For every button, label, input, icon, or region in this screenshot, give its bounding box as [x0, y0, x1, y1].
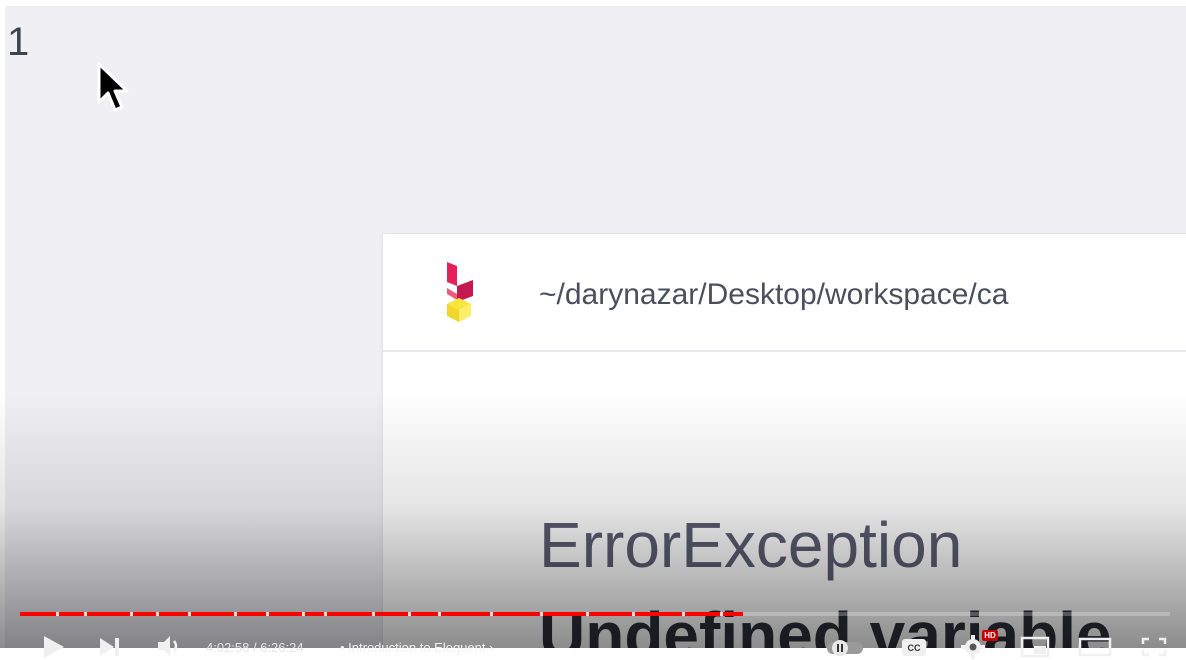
video-frame[interactable]: 1 ~/darynazar/Desktop/workspace/ca Error…	[5, 6, 1186, 648]
subtitles-icon[interactable]: CC	[900, 636, 928, 658]
chapter-marker	[720, 612, 723, 616]
theater-mode-icon[interactable]	[1078, 636, 1112, 658]
player-controls: 4:02:58 / 6:26:24 • Introduction to Eloq…	[0, 626, 1186, 659]
chapter-marker	[408, 612, 411, 616]
chapter-marker	[372, 612, 375, 616]
chapter-marker	[188, 612, 191, 616]
play-icon[interactable]	[40, 634, 66, 660]
error-page-header: ~/darynazar/Desktop/workspace/ca	[383, 234, 1186, 352]
miniplayer-icon[interactable]	[1020, 636, 1050, 658]
error-page-body: ErrorException Undefined variable	[383, 352, 1186, 648]
next-icon[interactable]	[98, 636, 122, 658]
chapter-marker	[130, 612, 133, 616]
chapter-marker	[438, 612, 441, 616]
svg-text:CC: CC	[908, 643, 921, 653]
chapter-marker	[302, 612, 305, 616]
chapter-marker	[234, 612, 237, 616]
chapter-marker	[266, 612, 269, 616]
ignition-logo-icon	[447, 262, 473, 322]
project-path: ~/darynazar/Desktop/workspace/ca	[539, 278, 1009, 311]
fullscreen-icon[interactable]	[1140, 636, 1168, 658]
chapter-marker	[540, 612, 543, 616]
chapter-marker	[56, 612, 59, 616]
error-page-card: ~/darynazar/Desktop/workspace/ca ErrorEx…	[383, 234, 1186, 648]
editor-line-number: 1	[7, 20, 30, 64]
chapter-marker	[156, 612, 159, 616]
exception-class-title: ErrorException	[539, 509, 963, 581]
progress-bar[interactable]	[20, 612, 1170, 616]
volume-icon[interactable]	[156, 634, 184, 658]
mouse-cursor-icon	[97, 62, 129, 112]
chapter-marker	[586, 612, 589, 616]
hd-badge: HD	[982, 630, 998, 641]
chapter-marker	[490, 612, 493, 616]
chapter-marker	[682, 612, 685, 616]
autoplay-toggle-icon[interactable]	[826, 638, 866, 656]
chapter-marker	[632, 612, 635, 616]
chapter-marker	[324, 612, 327, 616]
chapter-marker	[84, 612, 87, 616]
